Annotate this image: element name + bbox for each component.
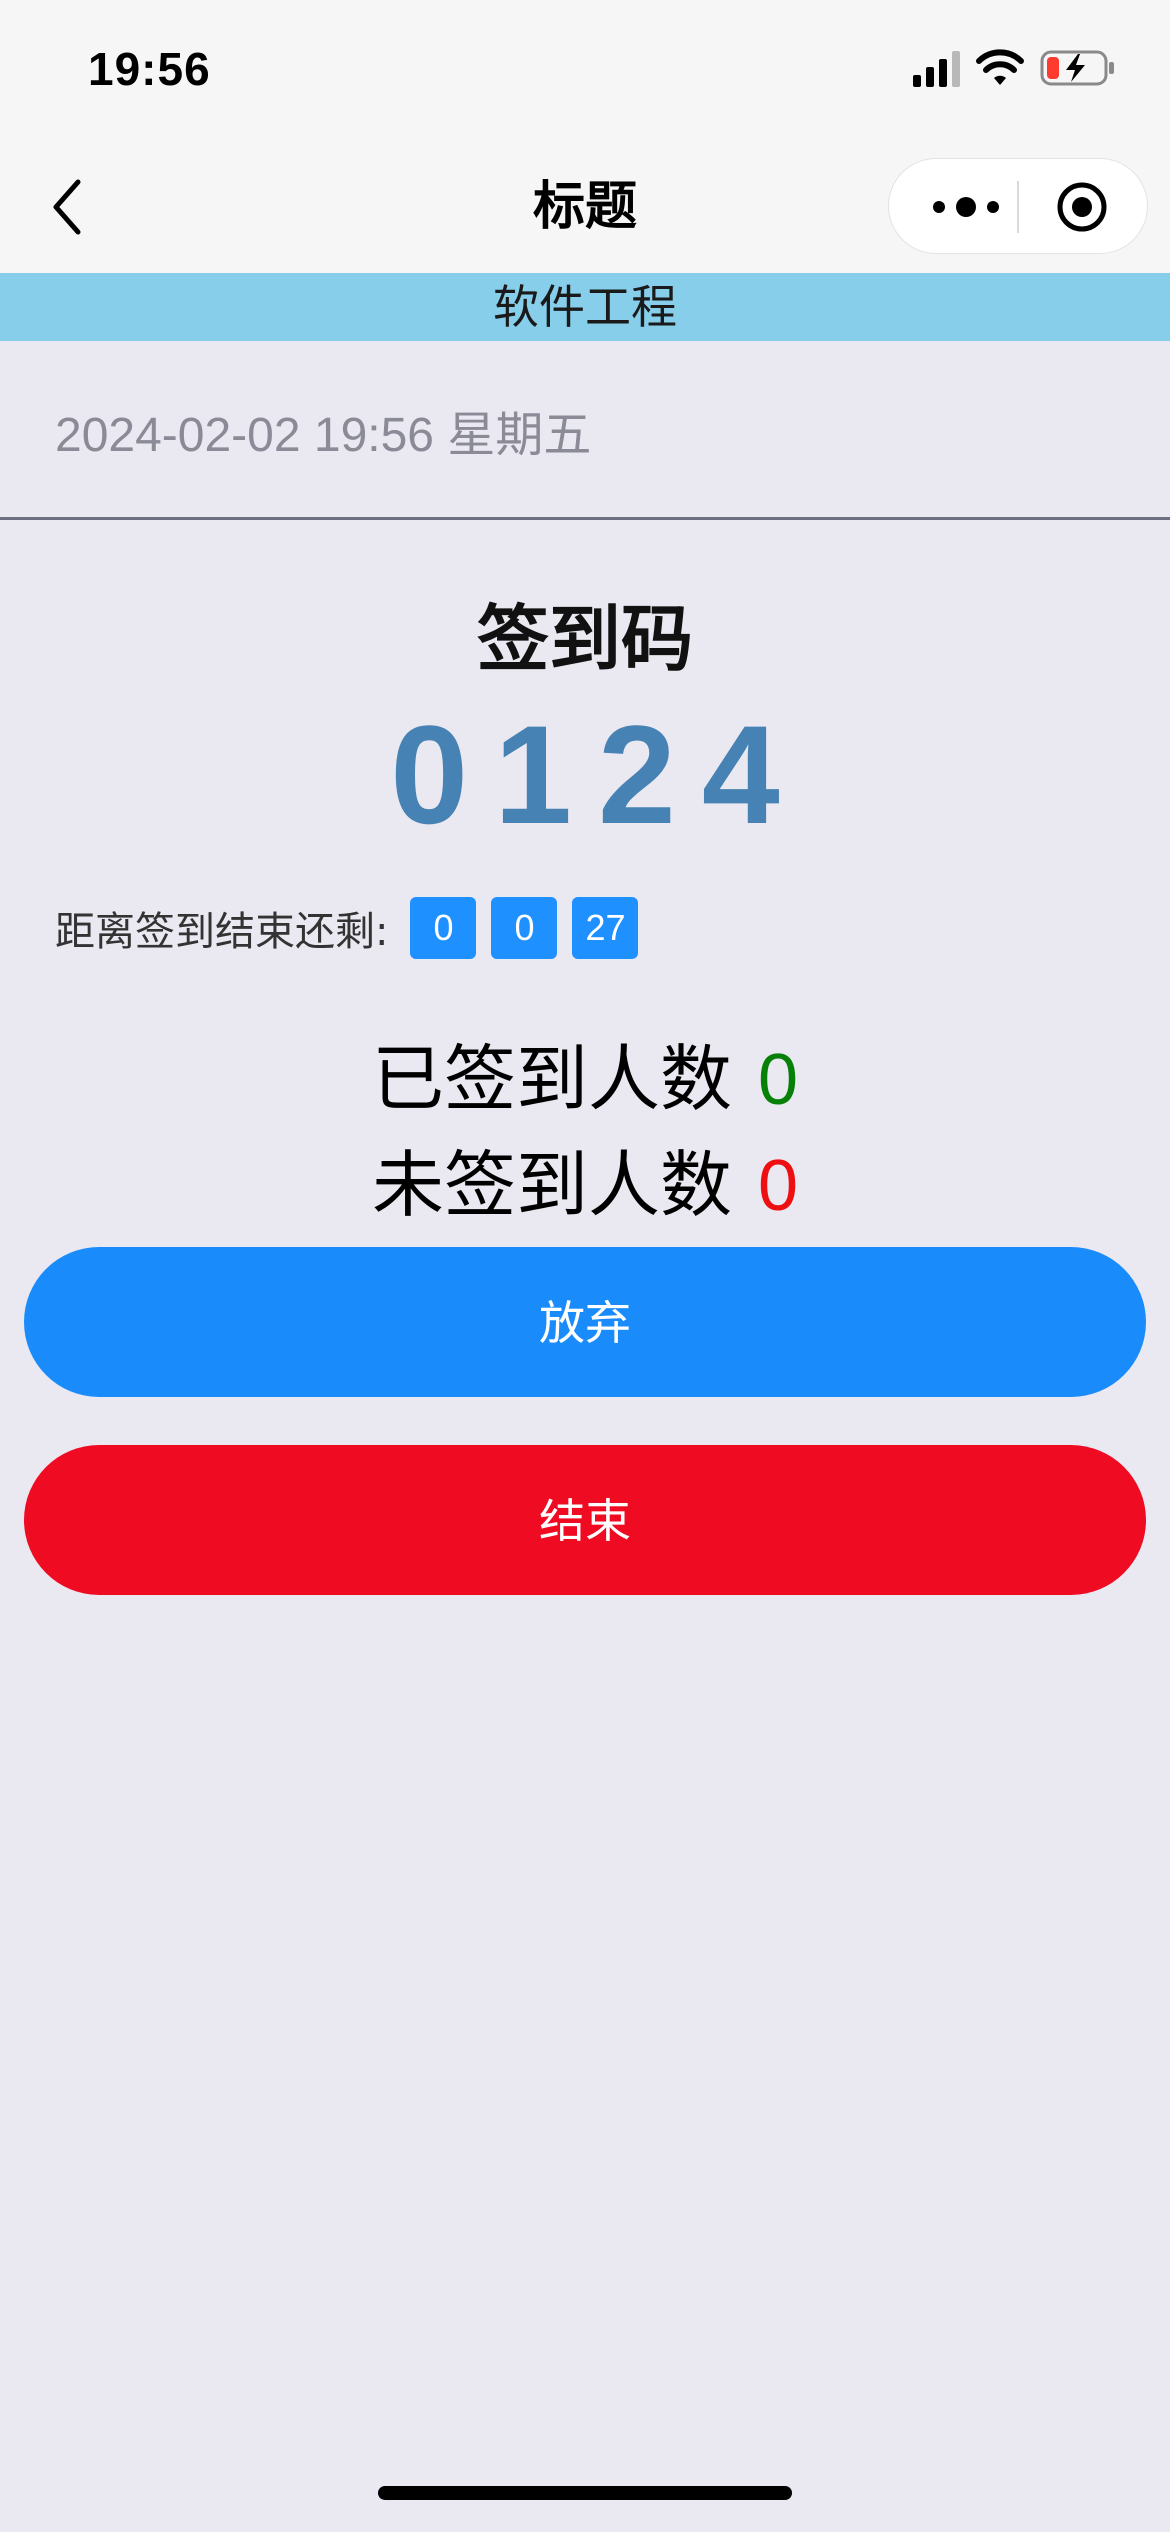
signed-count-value: 0 <box>757 1040 799 1120</box>
unsigned-count-label: 未签到人数 <box>371 1143 732 1227</box>
more-dots-icon[interactable] <box>931 190 1001 224</box>
countdown-box-1: 0 <box>410 897 477 959</box>
abandon-button[interactable]: 放弃 <box>24 1247 1146 1397</box>
divider-line <box>0 517 1170 520</box>
capsule-divider <box>1017 181 1019 233</box>
status-icons <box>913 48 1116 88</box>
status-time: 19:56 <box>88 43 211 95</box>
sign-code-label: 签到码 <box>476 597 693 681</box>
signed-count-row: 已签到人数 0 <box>0 1020 1170 1125</box>
sign-code-value: 0124 <box>390 696 806 853</box>
countdown-label: 距离签到结束还剩: <box>55 909 389 955</box>
countdown-box-2: 0 <box>491 897 558 959</box>
countdown-box-3: 27 <box>572 897 639 959</box>
date-time-text: 2024-02-02 19:56 星期五 <box>55 409 592 462</box>
top-bar: 19:56 标题 <box>0 0 1170 273</box>
countdown: 距离签到结束还剩: 0 0 27 <box>55 896 653 960</box>
battery-charging-icon <box>1040 50 1114 86</box>
end-button[interactable]: 结束 <box>24 1445 1146 1595</box>
unsigned-count-row: 未签到人数 0 <box>0 1126 1170 1231</box>
course-banner: 软件工程 <box>0 273 1170 341</box>
wifi-icon <box>976 49 1024 85</box>
home-indicator[interactable] <box>378 2486 792 2500</box>
cellular-signal-icon <box>913 49 960 87</box>
unsigned-count-value: 0 <box>757 1146 799 1226</box>
target-circle-icon[interactable] <box>1056 181 1108 233</box>
mini-program-capsule <box>888 158 1148 254</box>
signed-count-label: 已签到人数 <box>371 1037 732 1121</box>
